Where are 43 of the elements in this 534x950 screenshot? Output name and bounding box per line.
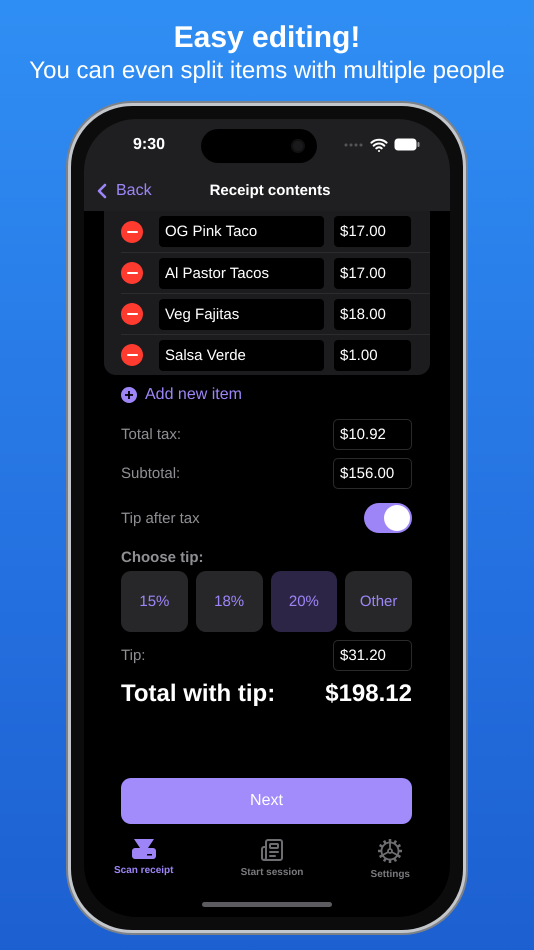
delete-button[interactable] [121, 220, 143, 242]
tip-option-button[interactable]: 15% [121, 571, 188, 632]
battery-icon [394, 138, 420, 151]
item-name-field[interactable]: Salsa Verde [159, 340, 324, 370]
tab-bar-item[interactable]: Start session [240, 838, 304, 902]
field-label: Subtotal: [121, 465, 180, 482]
settings-icon [377, 838, 404, 864]
delete-button[interactable] [121, 262, 143, 284]
field-label: Total tax: [121, 426, 182, 443]
status-time: 9:30 [133, 136, 166, 154]
screen-title: Receipt contents [210, 182, 330, 199]
tab-bar-item[interactable]: Settings [370, 838, 410, 902]
item-price-field[interactable]: $17.00 [334, 216, 411, 247]
toggle-label: Tip after tax [121, 510, 200, 526]
wifi-icon [370, 136, 388, 154]
headline: Easy editing! [174, 20, 360, 56]
tip-option-button[interactable]: Other [345, 571, 412, 632]
newspaper-icon [260, 838, 284, 862]
total-label: Total with tip: [121, 680, 276, 708]
section-label: Choose tip: [121, 548, 204, 566]
tip-amount-field[interactable]: $31.20 [333, 640, 412, 670]
item-name-field[interactable]: OG Pink Taco [159, 216, 324, 247]
delete-button[interactable] [121, 303, 143, 325]
scanner-icon [130, 838, 157, 860]
delete-button[interactable] [121, 344, 143, 366]
item-price-field[interactable]: $18.00 [334, 298, 411, 330]
amount-field[interactable]: $156.00 [333, 458, 412, 489]
total-amount: $198.12 [325, 680, 412, 708]
item-price-field[interactable]: $17.00 [334, 258, 411, 288]
tab-bar-item[interactable]: Scan receipt [114, 838, 174, 902]
subheadline: You can even split items with multiple people [29, 56, 505, 86]
tip-label: Tip: [121, 646, 146, 664]
signal-icon [344, 142, 364, 146]
item-price-field[interactable]: $1.00 [334, 340, 411, 370]
add-item-button[interactable]: Add new item [121, 385, 242, 405]
item-name-field[interactable]: Al Pastor Tacos [159, 258, 324, 288]
item-name-field[interactable]: Veg Fajitas [159, 298, 324, 330]
plus-icon [121, 387, 137, 403]
back-button[interactable]: Back [90, 178, 152, 202]
amount-field[interactable]: $10.92 [333, 419, 412, 450]
tip-after-tax-switch[interactable] [364, 503, 412, 533]
tip-option-button[interactable]: 18% [196, 571, 262, 632]
tip-option-button[interactable]: 20% [270, 571, 338, 632]
